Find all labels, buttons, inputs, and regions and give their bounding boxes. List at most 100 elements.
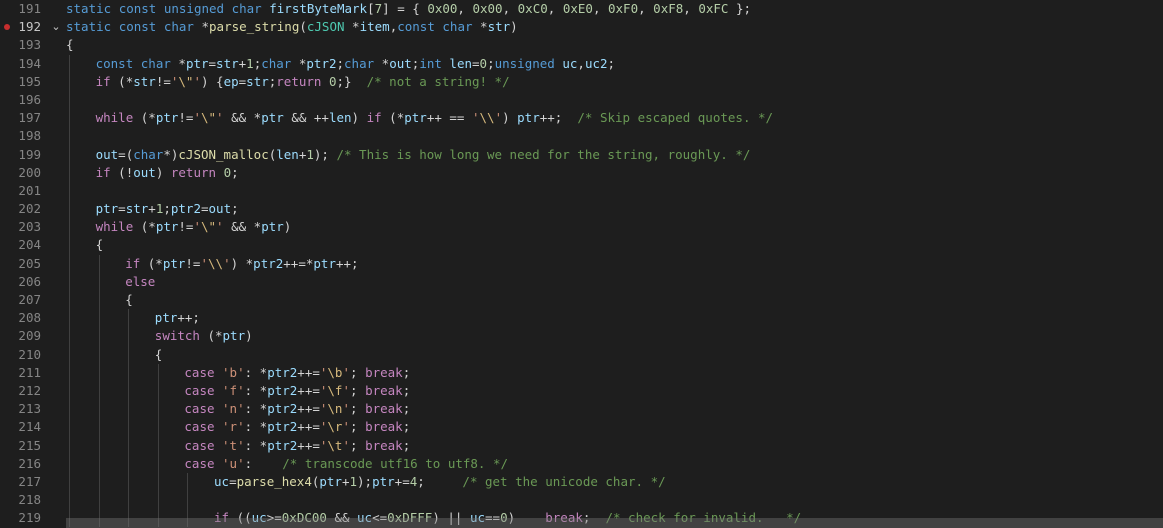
code-line[interactable]: 211 case 'b': *ptr2++='\b'; break; <box>0 363 1163 382</box>
line-gutter[interactable]: 192 ⌄ <box>0 18 62 36</box>
code-line[interactable]: 198 <box>0 127 1163 146</box>
line-code[interactable]: static const unsigned char firstByteMark… <box>66 0 1163 18</box>
code-line[interactable]: 201 <box>0 181 1163 201</box>
code-line[interactable]: 214 case 'r': *ptr2++='\r'; break; <box>0 418 1163 437</box>
line-gutter[interactable]: 206 <box>0 273 62 291</box>
line-code[interactable]: case 'f': *ptr2++='\f'; break; <box>66 381 1163 401</box>
line-code[interactable]: const char *ptr=str+1;char *ptr2;char *o… <box>66 54 1163 73</box>
line-code[interactable] <box>66 181 1163 201</box>
line-gutter[interactable]: 194 <box>0 55 62 73</box>
code-line[interactable]: 200 if (!out) return 0; <box>0 163 1163 182</box>
line-gutter[interactable]: 212 <box>0 382 62 400</box>
code-line[interactable]: 193 { <box>0 36 1163 54</box>
line-code[interactable]: if (*str!='\"') {ep=str;return 0;} /* no… <box>66 72 1163 91</box>
line-gutter[interactable]: 219 <box>0 509 62 527</box>
line-code[interactable] <box>66 90 1163 110</box>
code-line[interactable]: 218 <box>0 491 1163 510</box>
code-line[interactable]: 206 else <box>0 272 1163 291</box>
code-line[interactable]: 209 switch (*ptr) <box>0 327 1163 346</box>
line-gutter[interactable]: 218 <box>0 491 62 509</box>
token-plain: { <box>125 292 133 307</box>
code-line[interactable]: 213 case 'n': *ptr2++='\n'; break; <box>0 400 1163 419</box>
line-code[interactable]: else <box>66 272 1163 291</box>
line-gutter[interactable]: 213 <box>0 400 62 418</box>
line-code[interactable]: ptr++; <box>66 309 1163 328</box>
code-line[interactable]: 205 if (*ptr!='\\') *ptr2++=*ptr++; <box>0 254 1163 273</box>
code-line[interactable]: 202 ptr=str+1;ptr2=out; <box>0 200 1163 219</box>
token-plain: ) <box>510 19 518 35</box>
code-line[interactable]: 204 { <box>0 236 1163 255</box>
line-code[interactable]: switch (*ptr) <box>66 327 1163 346</box>
code-line[interactable]: 194 const char *ptr=str+1;char *ptr2;char… <box>0 54 1163 73</box>
line-code[interactable]: out=(char*)cJSON_malloc(len+1); /* This … <box>66 145 1163 164</box>
line-gutter[interactable]: 209 <box>0 327 62 345</box>
line-gutter[interactable]: 217 <box>0 473 62 491</box>
token-keyword: const <box>95 55 134 71</box>
horizontal-scrollbar[interactable] <box>66 518 1163 528</box>
line-code[interactable]: uc=parse_hex4(ptr+1);ptr+=4; /* get the … <box>66 472 1163 492</box>
line-code[interactable] <box>66 127 1163 146</box>
code-line[interactable]: 196 <box>0 90 1163 110</box>
line-gutter[interactable]: 191 <box>0 0 62 18</box>
line-code[interactable]: ptr=str+1;ptr2=out; <box>66 200 1163 219</box>
code-line[interactable]: 207 { <box>0 291 1163 310</box>
token-string: ' <box>342 382 350 398</box>
line-gutter[interactable]: 198 <box>0 127 62 145</box>
code-line[interactable]: 216 case 'u': /* transcode utf16 to utf8.… <box>0 454 1163 473</box>
line-code[interactable]: case 'b': *ptr2++='\b'; break; <box>66 363 1163 382</box>
line-gutter[interactable]: 204 <box>0 236 62 254</box>
line-gutter[interactable]: 214 <box>0 418 62 436</box>
line-code[interactable]: if (!out) return 0; <box>66 163 1163 182</box>
line-code[interactable]: while (*ptr!='\"' && *ptr) <box>66 218 1163 237</box>
line-gutter[interactable]: 203 <box>0 218 62 236</box>
line-gutter[interactable]: 216 <box>0 455 62 473</box>
line-gutter[interactable]: 199 <box>0 146 62 164</box>
line-gutter[interactable]: 193 <box>0 36 62 54</box>
line-text: case 'f': *ptr2++='\f'; break; <box>184 382 410 400</box>
code-line[interactable]: 203 while (*ptr!='\"' && *ptr) <box>0 218 1163 237</box>
line-gutter[interactable]: 201 <box>0 182 62 200</box>
line-code[interactable]: static const char *parse_string(cJSON *i… <box>66 18 1163 36</box>
code-line[interactable]: 212 case 'f': *ptr2++='\f'; break; <box>0 381 1163 401</box>
line-code[interactable]: case 'r': *ptr2++='\r'; break; <box>66 418 1163 437</box>
code-editor[interactable]: 191 static const unsigned char firstByteM… <box>0 0 1163 528</box>
code-line[interactable]: 215 case 't': *ptr2++='\t'; break; <box>0 436 1163 455</box>
line-gutter[interactable]: 208 <box>0 309 62 327</box>
breakpoint-icon[interactable] <box>4 24 10 31</box>
line-code[interactable]: while (*ptr!='\"' && *ptr && ++len) if (… <box>66 109 1163 128</box>
line-gutter[interactable]: 197 <box>0 109 62 127</box>
token-plain: (* <box>133 219 156 235</box>
line-code[interactable]: if (*ptr!='\\') *ptr2++=*ptr++; <box>66 254 1163 273</box>
token-keyword: const <box>397 19 435 35</box>
line-gutter[interactable]: 215 <box>0 437 62 455</box>
line-gutter[interactable]: 210 <box>0 346 62 364</box>
line-gutter[interactable]: 202 <box>0 200 62 218</box>
code-line[interactable]: 210 { <box>0 345 1163 364</box>
line-number: 198 <box>18 128 41 144</box>
fold-chevron-icon[interactable]: ⌄ <box>50 18 62 36</box>
line-code[interactable]: { <box>66 36 1163 54</box>
line-gutter[interactable]: 211 <box>0 364 62 382</box>
code-line[interactable]: 208 ptr++; <box>0 309 1163 328</box>
line-code[interactable]: { <box>66 236 1163 255</box>
code-line[interactable]: 197 while (*ptr!='\"' && *ptr && ++len) i… <box>0 109 1163 128</box>
line-gutter[interactable]: 195 <box>0 73 62 91</box>
line-gutter[interactable]: 207 <box>0 291 62 309</box>
token-plain: != <box>185 255 201 271</box>
line-code[interactable]: case 'u': /* transcode utf16 to utf8. */ <box>66 454 1163 473</box>
token-control: break <box>365 437 403 453</box>
line-code[interactable]: { <box>66 291 1163 310</box>
line-gutter[interactable]: 196 <box>0 91 62 109</box>
code-line[interactable]: 217 uc=parse_hex4(ptr+1);ptr+=4; /* get t… <box>0 472 1163 492</box>
line-code[interactable]: case 'n': *ptr2++='\n'; break; <box>66 400 1163 419</box>
code-line[interactable]: 199 out=(char*)cJSON_malloc(len+1); /* Th… <box>0 145 1163 164</box>
line-code[interactable]: { <box>66 345 1163 364</box>
code-line[interactable]: 195 if (*str!='\"') {ep=str;return 0;} /*… <box>0 72 1163 91</box>
code-line[interactable]: 192 ⌄ static const char *parse_string(cJSO… <box>0 18 1163 36</box>
line-code[interactable]: case 't': *ptr2++='\t'; break; <box>66 436 1163 455</box>
code-line[interactable]: 191 static const unsigned char firstByteM… <box>0 0 1163 18</box>
indent-guide <box>98 272 100 291</box>
line-gutter[interactable]: 205 <box>0 255 62 273</box>
line-gutter[interactable]: 200 <box>0 164 62 182</box>
line-code[interactable] <box>66 491 1163 510</box>
